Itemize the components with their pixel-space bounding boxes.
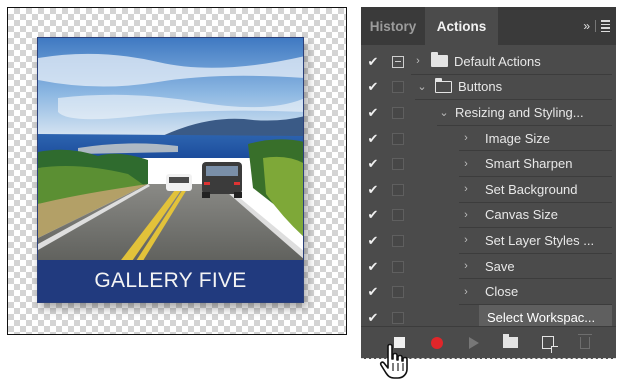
- folder-icon: [503, 334, 518, 348]
- row-label-text: Image Size: [485, 130, 551, 146]
- item-toggle-checkmark[interactable]: ✔: [361, 126, 385, 152]
- dialog-toggle[interactable]: [387, 153, 409, 175]
- chevron-right-icon[interactable]: ›: [459, 183, 473, 195]
- separator: [595, 20, 596, 32]
- row-label-text: Resizing and Styling...: [455, 104, 584, 120]
- command-row-set-background[interactable]: ✔ › Set Background: [361, 177, 616, 203]
- new-action-button[interactable]: [529, 329, 566, 357]
- row-label: ⌄ Resizing and Styling...: [437, 100, 612, 126]
- chevron-right-icon[interactable]: ›: [459, 234, 473, 246]
- row-label-text: Set Layer Styles ...: [485, 232, 595, 248]
- play-button[interactable]: [455, 329, 492, 357]
- item-toggle-checkmark[interactable]: ✔: [361, 151, 385, 177]
- command-row-set-layer-styles[interactable]: ✔ › Set Layer Styles ...: [361, 228, 616, 254]
- dialog-toggle[interactable]: [387, 102, 409, 124]
- row-label: › Close: [459, 279, 612, 305]
- row-label: › Save: [459, 254, 612, 280]
- row-label-text: Set Background: [485, 181, 578, 197]
- new-set-button[interactable]: [492, 329, 529, 357]
- item-toggle-checkmark[interactable]: ✔: [361, 254, 385, 280]
- chevron-right-icon[interactable]: ›: [459, 132, 473, 144]
- command-row-canvas-size[interactable]: ✔ › Canvas Size: [361, 203, 616, 229]
- row-label: › Canvas Size: [459, 203, 612, 229]
- chevron-right-icon[interactable]: ›: [459, 260, 473, 272]
- dialog-toggle[interactable]: [387, 281, 409, 303]
- chevron-right-icon[interactable]: ›: [411, 55, 425, 67]
- dialog-toggle[interactable]: [387, 230, 409, 252]
- chevron-right-icon[interactable]: ›: [459, 158, 473, 170]
- collapse-icon[interactable]: »: [583, 19, 590, 33]
- new-item-icon: [541, 336, 558, 353]
- item-toggle-checkmark[interactable]: ✔: [361, 228, 385, 254]
- panel-options[interactable]: »: [583, 7, 616, 45]
- actions-list: ✔ › Default Actions ✔ ⌄ Buttons ✔ ⌄ Resi…: [361, 49, 616, 331]
- document-canvas[interactable]: GALLERY FIVE: [7, 7, 347, 335]
- play-icon: [468, 336, 479, 349]
- record-icon: [430, 336, 443, 349]
- dialog-toggle[interactable]: [387, 204, 409, 226]
- actions-panel: History Actions » ✔ › Default Actions ✔ …: [361, 7, 616, 359]
- dialog-toggle[interactable]: [387, 76, 409, 98]
- command-row-save[interactable]: ✔ › Save: [361, 254, 616, 280]
- command-row-image-size[interactable]: ✔ › Image Size: [361, 126, 616, 152]
- folder-icon: [431, 52, 448, 68]
- chevron-down-icon[interactable]: ⌄: [437, 106, 451, 119]
- panel-tab-strip: History Actions »: [361, 7, 616, 45]
- trash-icon: [577, 333, 592, 349]
- panel-menu-icon[interactable]: [601, 20, 610, 32]
- row-label-text: Close: [485, 284, 519, 300]
- row-label: › Set Layer Styles ...: [459, 228, 612, 254]
- item-toggle-checkmark[interactable]: ✔: [361, 203, 385, 229]
- gallery-caption: GALLERY FIVE: [38, 260, 303, 302]
- chevron-right-icon[interactable]: ›: [459, 209, 473, 221]
- dialog-toggle[interactable]: [387, 179, 409, 201]
- action-row-default-actions[interactable]: ✔ › Default Actions: [361, 49, 616, 75]
- item-toggle-checkmark[interactable]: ✔: [361, 100, 385, 126]
- row-label-text: Smart Sharpen: [485, 156, 573, 172]
- dialog-toggle[interactable]: [387, 51, 409, 73]
- item-toggle-checkmark[interactable]: ✔: [361, 177, 385, 203]
- hand-cursor-icon: [379, 343, 408, 379]
- row-label: › Image Size: [459, 126, 612, 152]
- dialog-toggle[interactable]: [387, 256, 409, 278]
- row-label: ⌄ Buttons: [415, 75, 612, 101]
- row-label: › Set Background: [459, 177, 612, 203]
- row-label-text: Default Actions: [454, 53, 541, 69]
- action-row-resizing[interactable]: ✔ ⌄ Resizing and Styling...: [361, 100, 616, 126]
- command-row-close[interactable]: ✔ › Close: [361, 279, 616, 305]
- record-button[interactable]: [418, 329, 455, 357]
- folder-open-icon: [434, 77, 452, 93]
- chevron-right-icon[interactable]: ›: [459, 286, 473, 298]
- row-label: › Smart Sharpen: [459, 151, 612, 177]
- dialog-toggle[interactable]: [387, 128, 409, 150]
- command-row-smart-sharpen[interactable]: ✔ › Smart Sharpen: [361, 151, 616, 177]
- row-label: › Default Actions: [411, 49, 612, 75]
- row-label-text: Canvas Size: [485, 207, 558, 223]
- row-label-text: Buttons: [458, 79, 503, 95]
- item-toggle-checkmark[interactable]: ✔: [361, 49, 385, 75]
- gallery-artwork: GALLERY FIVE: [37, 37, 304, 303]
- chevron-down-icon[interactable]: ⌄: [415, 80, 429, 93]
- tab-actions[interactable]: Actions: [425, 7, 498, 45]
- item-toggle-checkmark[interactable]: ✔: [361, 75, 385, 101]
- item-toggle-checkmark[interactable]: ✔: [361, 279, 385, 305]
- tab-history[interactable]: History: [361, 7, 425, 45]
- row-label-text: Save: [485, 258, 515, 274]
- delete-button[interactable]: [566, 329, 603, 357]
- action-row-buttons[interactable]: ✔ ⌄ Buttons: [361, 75, 616, 101]
- row-label-text: Select Workspac...: [487, 309, 596, 325]
